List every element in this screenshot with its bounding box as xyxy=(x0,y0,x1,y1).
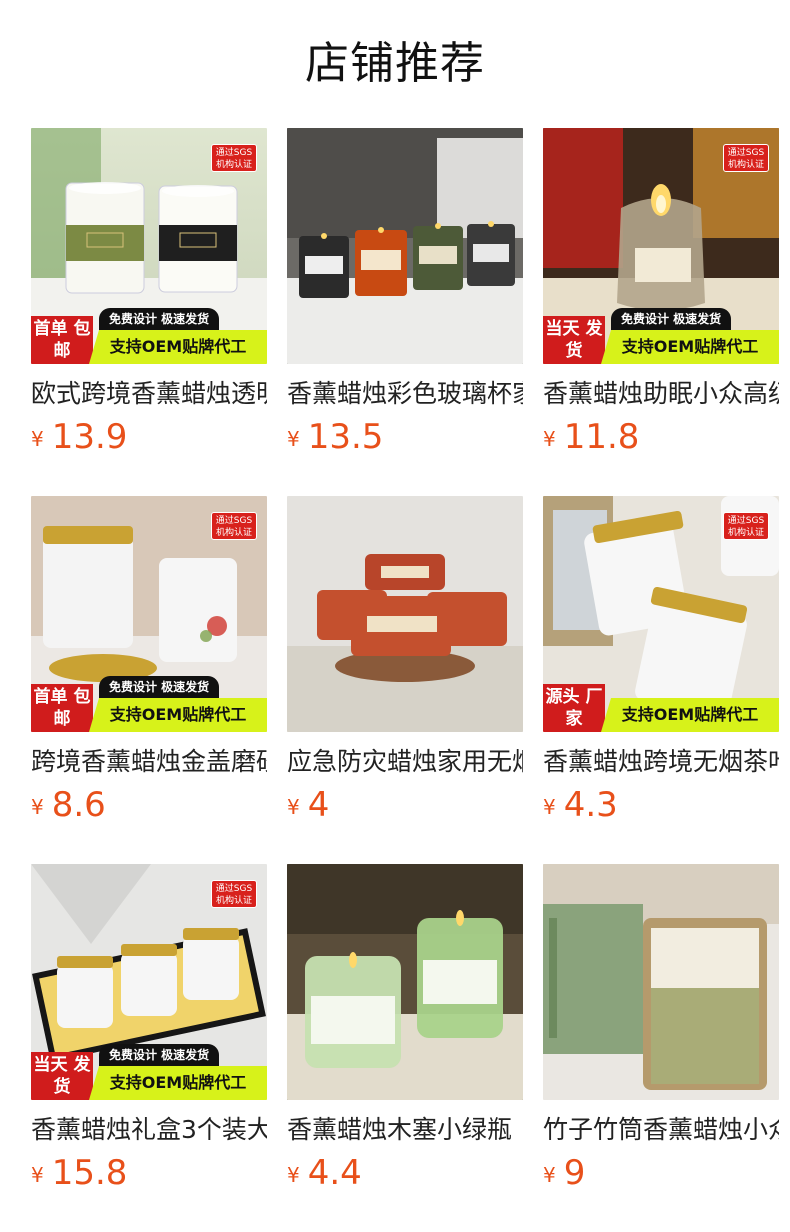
price-amount: 11.8 xyxy=(563,417,640,457)
promo-oem-tag: 支持OEM贴牌代工 xyxy=(601,698,779,732)
product-photo xyxy=(287,496,523,732)
promo-shipping-tag: 当天 发货 xyxy=(543,316,605,364)
currency-symbol: ¥ xyxy=(31,1163,44,1187)
product-price: ¥8.6 xyxy=(31,785,106,825)
page-title: 店铺推荐 xyxy=(305,38,485,89)
promo-free-design-tag: 免费设计 极速发货 xyxy=(99,676,220,698)
product-image[interactable] xyxy=(287,496,523,732)
promo-shipping-tag: 当天 发货 xyxy=(31,1052,93,1100)
product-image[interactable] xyxy=(287,128,523,364)
promo-oem-tag: 支持OEM贴牌代工 xyxy=(89,1066,267,1100)
product-card[interactable]: 通过SGS 机构认证 免费设计 极速发货 当天 发货 支持OEM贴牌代工 香薰蜡… xyxy=(543,128,779,496)
product-title[interactable]: 竹子竹筒香薰蜡烛小众 xyxy=(543,1112,779,1148)
sgs-certified-badge: 通过SGS 机构认证 xyxy=(211,144,257,172)
product-price: ¥15.8 xyxy=(31,1153,127,1193)
product-price: ¥9 xyxy=(543,1153,585,1193)
product-title[interactable]: 香薰蜡烛跨境无烟茶叶 xyxy=(543,744,779,780)
currency-symbol: ¥ xyxy=(31,427,44,451)
product-card[interactable]: 应急防灾蜡烛家用无烟停电 ¥4 xyxy=(287,496,523,864)
product-image[interactable] xyxy=(543,864,779,1100)
product-price: ¥13.5 xyxy=(287,417,383,457)
product-card[interactable]: 通过SGS 机构认证 免费设计 极速发货 当天 发货 支持OEM贴牌代工 香薰蜡… xyxy=(31,864,267,1232)
price-amount: 4 xyxy=(307,785,330,825)
product-image[interactable]: 通过SGS 机构认证 免费设计 极速发货 首单 包邮 支持OEM贴牌代工 xyxy=(31,496,267,732)
product-card[interactable]: 通过SGS 机构认证 免费设计 极速发货 首单 包邮 支持OEM贴牌代工 跨境香… xyxy=(31,496,267,864)
promo-free-design-tag: 免费设计 极速发货 xyxy=(611,308,732,330)
price-amount: 15.8 xyxy=(51,1153,128,1193)
product-title[interactable]: 香薰蜡烛礼盒3个装大豆蜡 xyxy=(31,1112,267,1148)
product-photo xyxy=(287,128,523,364)
sgs-certified-badge: 通过SGS 机构认证 xyxy=(211,880,257,908)
currency-symbol: ¥ xyxy=(287,795,300,819)
product-image[interactable]: 通过SGS 机构认证 免费设计 极速发货 当天 发货 支持OEM贴牌代工 xyxy=(543,128,779,364)
price-amount: 8.6 xyxy=(51,785,106,825)
currency-symbol: ¥ xyxy=(287,1163,300,1187)
promo-oem-tag: 支持OEM贴牌代工 xyxy=(89,698,267,732)
promo-banner: 免费设计 极速发货 当天 发货 支持OEM贴牌代工 xyxy=(543,308,779,364)
product-card[interactable]: 香薰蜡烛木塞小绿瓶 ¥4.4 xyxy=(287,864,523,1232)
currency-symbol: ¥ xyxy=(543,1163,556,1187)
product-price: ¥4.4 xyxy=(287,1153,362,1193)
product-grid: 通过SGS 机构认证 免费设计 极速发货 首单 包邮 支持OEM贴牌代工 欧式跨… xyxy=(31,128,790,1232)
product-title[interactable]: 跨境香薰蜡烛金盖磨砂玻璃 xyxy=(31,744,267,780)
product-photo xyxy=(543,864,779,1100)
product-title[interactable]: 欧式跨境香薰蜡烛透明玻璃杯 xyxy=(31,376,267,412)
product-price: ¥4 xyxy=(287,785,329,825)
currency-symbol: ¥ xyxy=(543,427,556,451)
price-amount: 4.4 xyxy=(307,1153,362,1193)
promo-banner: 免费设计 极速发货 首单 包邮 支持OEM贴牌代工 xyxy=(31,308,267,364)
price-amount: 13.9 xyxy=(51,417,128,457)
promo-oem-tag: 支持OEM贴牌代工 xyxy=(601,330,779,364)
product-card[interactable]: 香薰蜡烛彩色玻璃杯家用 ¥13.5 xyxy=(287,128,523,496)
price-amount: 13.5 xyxy=(307,417,384,457)
price-amount: 9 xyxy=(563,1153,586,1193)
sgs-certified-badge: 通过SGS 机构认证 xyxy=(723,144,769,172)
currency-symbol: ¥ xyxy=(543,795,556,819)
product-image[interactable]: 通过SGS 机构认证 免费设计 极速发货 首单 包邮 支持OEM贴牌代工 xyxy=(31,128,267,364)
currency-symbol: ¥ xyxy=(31,795,44,819)
promo-banner: 免费设计 极速发货 当天 发货 支持OEM贴牌代工 xyxy=(31,1044,267,1100)
product-photo xyxy=(287,864,523,1100)
product-image[interactable] xyxy=(287,864,523,1100)
promo-banner: 免费设计 极速发货 首单 包邮 支持OEM贴牌代工 xyxy=(31,676,267,732)
product-price: ¥4.3 xyxy=(543,785,618,825)
currency-symbol: ¥ xyxy=(287,427,300,451)
product-price: ¥13.9 xyxy=(31,417,127,457)
product-image[interactable]: 通过SGS 机构认证 源头 厂家 支持OEM贴牌代工 xyxy=(543,496,779,732)
price-amount: 4.3 xyxy=(563,785,618,825)
product-card[interactable]: 通过SGS 机构认证 源头 厂家 支持OEM贴牌代工 香薰蜡烛跨境无烟茶叶 ¥4… xyxy=(543,496,779,864)
product-title[interactable]: 香薰蜡烛彩色玻璃杯家用 xyxy=(287,376,523,412)
promo-free-design-tag: 免费设计 极速发货 xyxy=(99,1044,220,1066)
sgs-certified-badge: 通过SGS 机构认证 xyxy=(723,512,769,540)
promo-free-design-tag: 免费设计 极速发货 xyxy=(99,308,220,330)
promo-oem-tag: 支持OEM贴牌代工 xyxy=(89,330,267,364)
product-image[interactable]: 通过SGS 机构认证 免费设计 极速发货 当天 发货 支持OEM贴牌代工 xyxy=(31,864,267,1100)
product-title[interactable]: 香薰蜡烛木塞小绿瓶 xyxy=(287,1112,523,1148)
product-card[interactable]: 通过SGS 机构认证 免费设计 极速发货 首单 包邮 支持OEM贴牌代工 欧式跨… xyxy=(31,128,267,496)
promo-shipping-tag: 首单 包邮 xyxy=(31,684,93,732)
promo-factory-tag: 源头 厂家 xyxy=(543,684,605,732)
promo-shipping-tag: 首单 包邮 xyxy=(31,316,93,364)
sgs-certified-badge: 通过SGS 机构认证 xyxy=(211,512,257,540)
promo-banner: 源头 厂家 支持OEM贴牌代工 xyxy=(543,676,779,732)
product-title[interactable]: 香薰蜡烛助眠小众高级感 xyxy=(543,376,779,412)
product-card[interactable]: 竹子竹筒香薰蜡烛小众 ¥9 xyxy=(543,864,779,1232)
product-price: ¥11.8 xyxy=(543,417,639,457)
product-title[interactable]: 应急防灾蜡烛家用无烟停电 xyxy=(287,744,523,780)
